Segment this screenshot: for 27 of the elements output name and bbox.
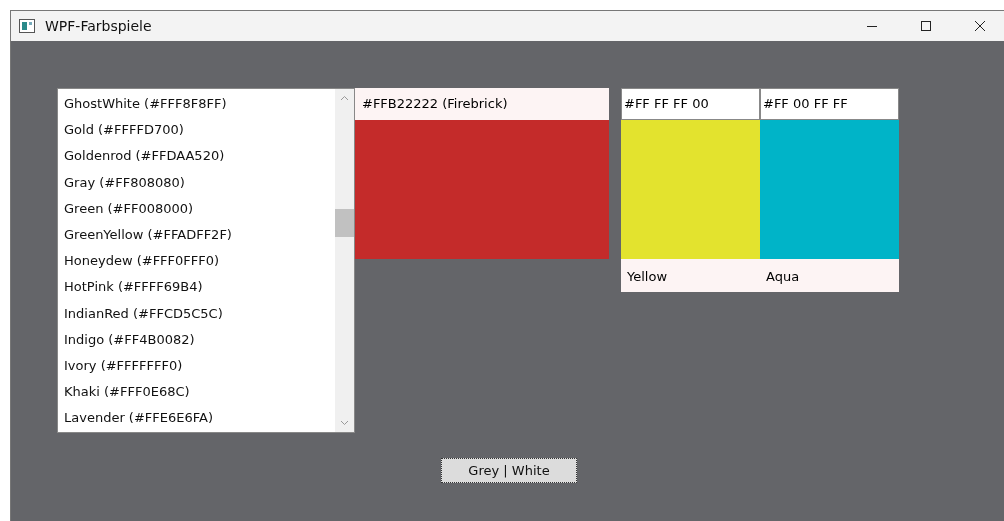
- color-list-item[interactable]: Gold (#FFFFD700): [64, 117, 335, 144]
- color-list-item[interactable]: HotPink (#FFFF69B4): [64, 274, 335, 301]
- color-list-item[interactable]: Lavender (#FFE6E6FA): [64, 405, 335, 432]
- scrollbar[interactable]: [335, 89, 354, 432]
- color-list-item[interactable]: Ivory (#FFFFFFF0): [64, 352, 335, 380]
- color-list-item[interactable]: Goldenrod (#FFDAA520): [64, 143, 335, 170]
- color-list-item[interactable]: Honeydew (#FFF0FFF0): [64, 248, 335, 275]
- hex-field[interactable]: #FF 00 FF FF: [760, 88, 899, 120]
- maximize-icon[interactable]: [920, 20, 932, 32]
- app-icon: [19, 19, 35, 33]
- color-list-item[interactable]: GhostWhite (#FFF8F8FF): [64, 91, 335, 118]
- color-list-item[interactable]: Khaki (#FFF0E68C): [64, 379, 335, 406]
- color-list-item[interactable]: Indigo (#FF4B0082): [64, 326, 335, 353]
- close-icon[interactable]: [974, 20, 986, 32]
- toggle-button[interactable]: Grey | White: [441, 458, 577, 483]
- scroll-thumb[interactable]: [335, 209, 354, 237]
- color-name: Yellow: [621, 259, 760, 292]
- color-list-item[interactable]: GreenYellow (#FFADFF2F): [64, 221, 335, 249]
- scroll-down-icon[interactable]: [340, 420, 349, 426]
- color-name: Aqua: [760, 259, 899, 292]
- scroll-up-icon[interactable]: [340, 95, 349, 101]
- color-list-item[interactable]: Gray (#FF808080): [64, 169, 335, 196]
- color-list-item[interactable]: Green (#FF008000): [64, 195, 335, 222]
- color-header: #FFB22222 (Firebrick): [355, 88, 609, 120]
- window-title: WPF-Farbspiele: [45, 18, 152, 34]
- color-list-item[interactable]: IndianRed (#FFCD5C5C): [64, 300, 335, 327]
- hex-field[interactable]: #FF FF FF 00: [621, 88, 760, 120]
